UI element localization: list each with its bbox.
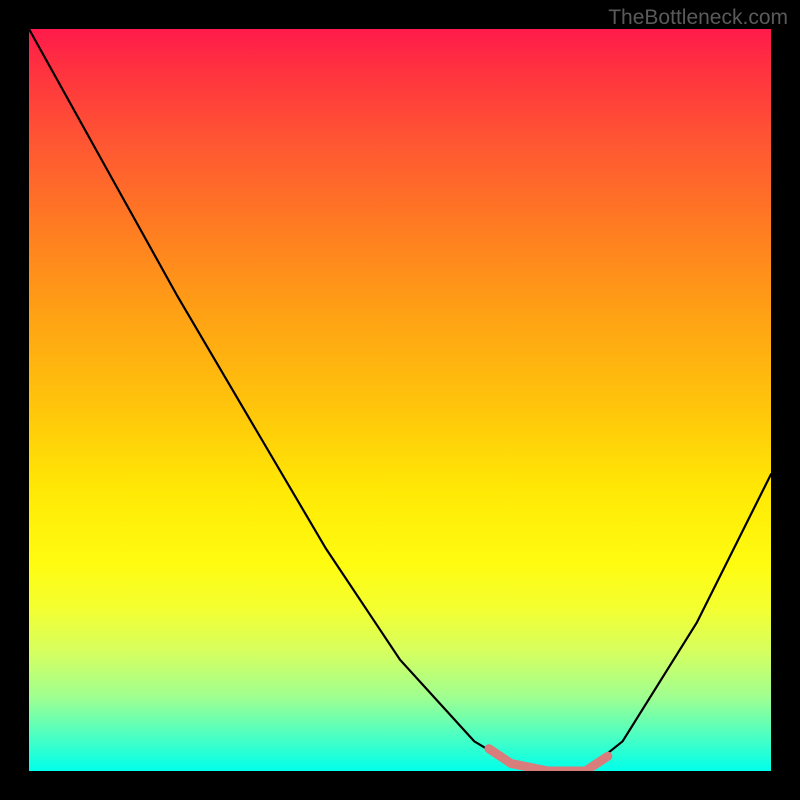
bottleneck-curve-path <box>29 29 771 771</box>
chart-svg <box>29 29 771 771</box>
chart-plot-area <box>29 29 771 771</box>
optimal-range-highlight <box>489 749 608 771</box>
watermark-text: TheBottleneck.com <box>608 6 788 30</box>
